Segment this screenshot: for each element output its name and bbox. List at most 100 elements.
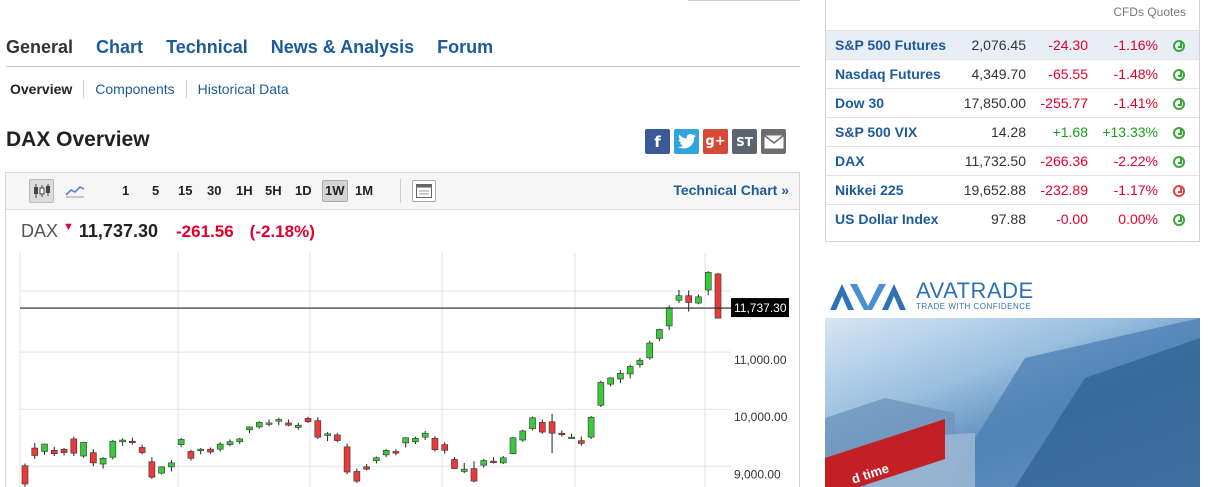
candle-body [207,448,214,453]
candle-body [216,443,224,450]
clock-icon [1172,98,1185,110]
google-plus-share-button[interactable]: g+ [703,129,728,154]
candle-body [177,439,185,445]
y-tick-label: 11,000.00 [734,353,787,367]
quote-status [1158,60,1199,89]
quote-name[interactable]: Nasdaq Futures [826,60,960,89]
quote-name[interactable]: US Dollar Index [826,205,960,234]
top-divider [688,0,800,1]
quote-last: 2,076.45 [971,37,1027,53]
candle-body [226,441,234,445]
quotes-table: S&P 500 Futures 2,076.45 -24.30 -1.16% Nasda… [826,30,1199,234]
candle-body [285,422,292,426]
facebook-share-button[interactable]: f [645,129,670,154]
candle-body [246,426,253,431]
candle-body [148,461,156,478]
ad-banner-image[interactable]: d time [825,318,1200,487]
quote-row[interactable]: DAX 11,732.50 -266.36 -2.22% [826,146,1199,176]
tab-chart[interactable]: Chart [96,36,143,66]
email-share-button[interactable] [761,129,786,154]
quote-last: 17,850.00 [963,95,1026,111]
quote-row[interactable]: Nikkei 225 19,652.88 -232.89 -1.17% [826,175,1199,205]
candle-body [548,421,556,434]
quote-row[interactable]: Nasdaq Futures 4,349.70 -65.55 -1.48% [826,59,1199,89]
candle-body [324,433,331,436]
candle-body [373,457,380,461]
quote-last: 11,732.50 [964,153,1026,169]
avatrade-mark-icon [830,283,906,310]
subtab-historical-data[interactable]: Historical Data [185,80,300,98]
quote-row[interactable]: US Dollar Index 97.88 -0.00 0.00% [826,204,1199,234]
twitter-share-button[interactable] [674,129,699,154]
candle-body [695,296,702,304]
candle-body [656,329,663,339]
quote-change: -255.77 [1040,95,1088,111]
tab-technical[interactable]: Technical [166,36,248,66]
candle-body [470,468,478,482]
candle-body [480,460,488,466]
candle-body [617,372,624,380]
quote-change-percent: -1.17% [1113,182,1158,198]
candle-body [363,466,370,470]
clock-icon [1172,185,1185,197]
tab-forum[interactable]: Forum [437,36,493,66]
candle-body [578,440,585,444]
y-tick-label: 10,000.00 [734,410,788,424]
cfd-quotes-label[interactable]: CFDs Quotes [1113,5,1186,19]
candle-body [685,295,693,303]
candlestick-chart[interactable]: 11,000.00 10,000.00 9,000.00 11,737.30 [6,173,801,487]
quote-change: -24.30 [1048,37,1088,53]
candle-body [519,430,527,441]
candle-body [334,434,341,441]
quote-row[interactable]: S&P 500 VIX 14.28 +1.68 +13.33% [826,117,1199,147]
google-plus-icon: g+ [705,134,726,149]
candle-body [529,417,536,429]
candle-body [80,442,87,457]
quote-change-percent: -2.22% [1113,153,1158,169]
current-price-label: 11,737.30 [734,301,787,315]
quote-name[interactable]: S&P 500 VIX [826,118,960,147]
candle-body [119,439,126,443]
candle-body [41,443,48,452]
quote-name[interactable]: S&P 500 Futures [826,31,960,60]
clock-icon [1172,69,1185,81]
quote-status [1158,205,1199,234]
candle-body [392,451,400,454]
candle-body [441,444,449,451]
quote-name[interactable]: Dow 30 [826,89,960,118]
candle-body [60,448,68,453]
quote-last: 19,652.88 [963,182,1026,198]
clock-icon [1172,40,1185,52]
quote-last: 14.28 [990,124,1026,140]
candle-body [558,432,566,436]
candle-body [197,448,204,451]
candle-body [412,438,419,443]
envelope-icon [763,134,784,148]
quote-name[interactable]: Nikkei 225 [826,176,960,205]
tab-news-analysis[interactable]: News & Analysis [271,36,414,66]
tab-general[interactable]: General [6,36,73,66]
candle-body [138,447,146,453]
candle-body [451,459,458,469]
quote-last: 4,349.70 [971,66,1027,82]
stocktwits-share-button[interactable]: ST [732,129,757,154]
subtab-components[interactable]: Components [83,80,185,98]
cfd-quotes-panel: CFDs Quotes S&P 500 Futures 2,076.45 -24.3… [825,0,1200,242]
quote-change-percent: -1.16% [1113,37,1158,53]
candle-body [50,450,58,455]
avatrade-logo[interactable]: AVATRADE TRADE WITH CONFIDENCE [830,280,1034,311]
candle-body [499,457,507,464]
quote-name[interactable]: DAX [826,147,960,176]
quote-change: -0.00 [1056,211,1088,228]
quote-row[interactable]: S&P 500 Futures 2,076.45 -24.30 -1.16% [826,30,1199,60]
clock-icon [1172,214,1185,227]
candle-body [158,466,165,474]
subtab-overview[interactable]: Overview [10,80,83,98]
quote-change-percent: -1.48% [1113,66,1158,82]
candle-body [509,437,517,455]
candle-body [236,438,244,443]
quote-change-percent: 0.00% [1118,211,1158,228]
share-buttons: f g+ ST [645,129,786,154]
quote-row[interactable]: Dow 30 17,850.00 -255.77 -1.41% [826,88,1199,118]
candle-body [294,424,302,428]
